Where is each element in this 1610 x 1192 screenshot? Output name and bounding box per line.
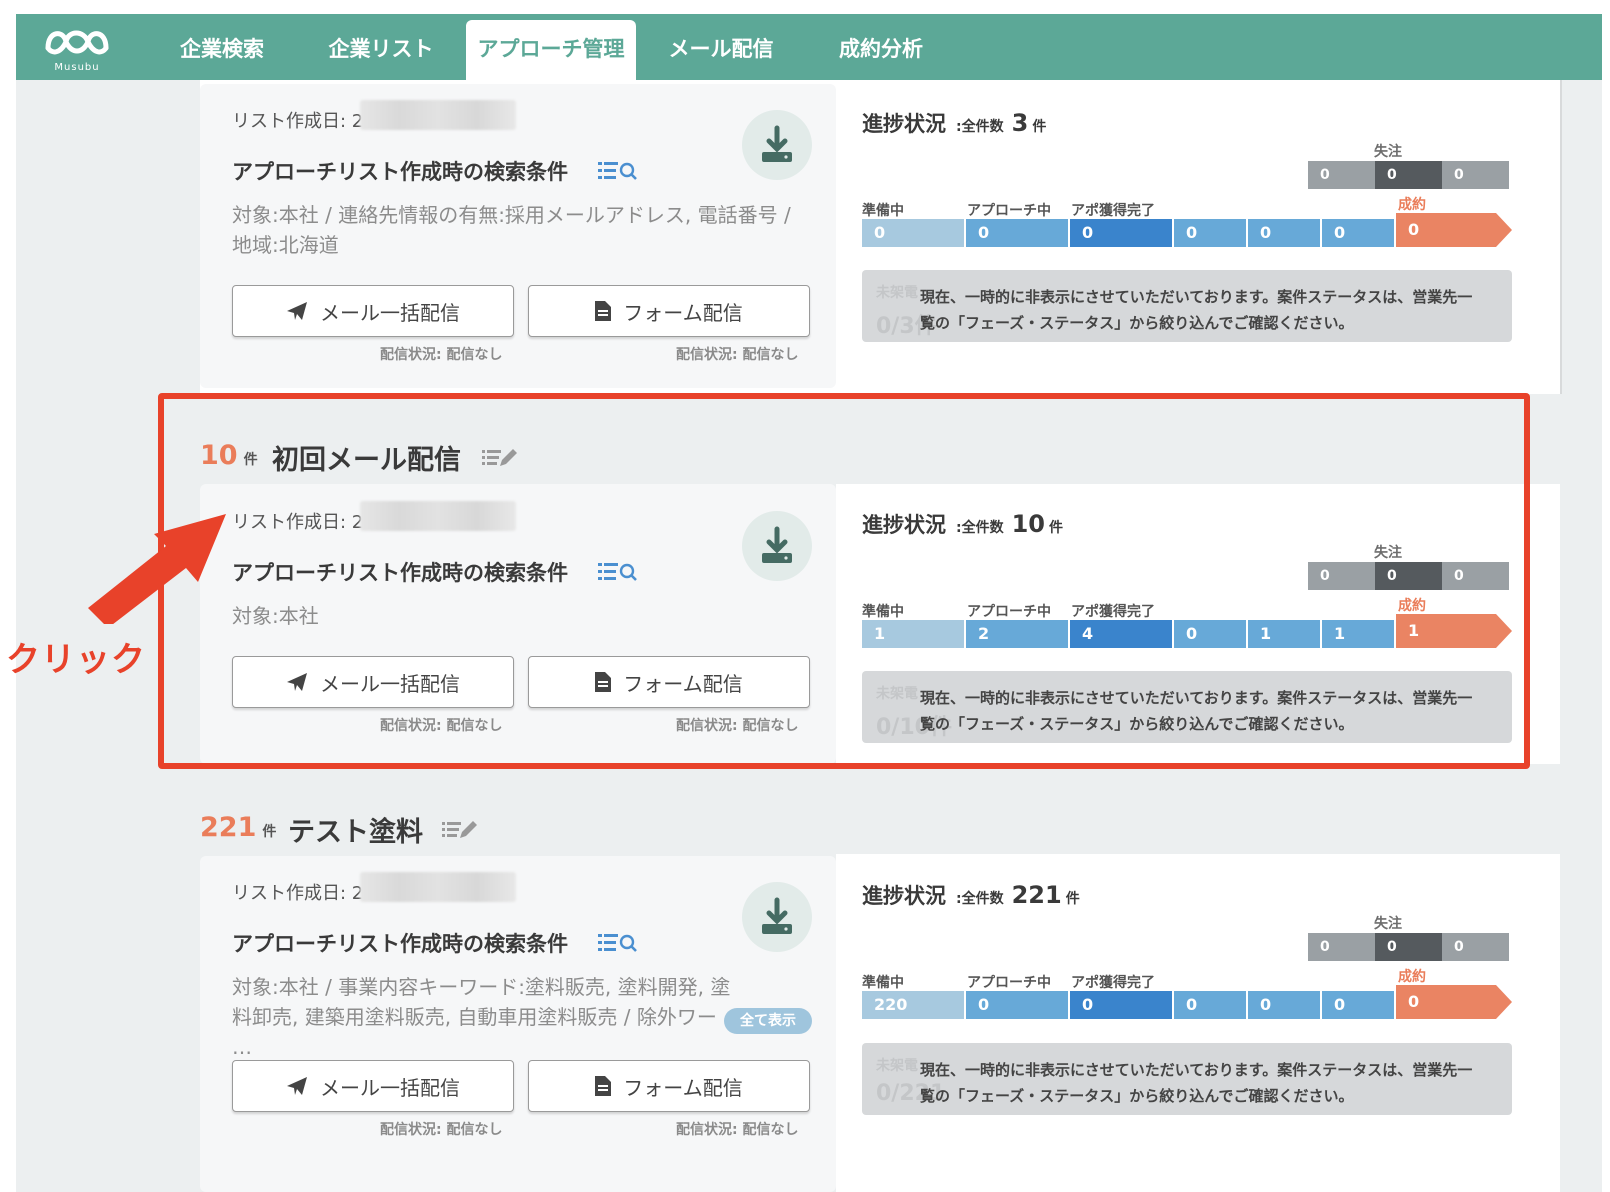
total-label: :全件数 — [956, 891, 1004, 907]
stage-label-preparing: 準備中 — [862, 203, 904, 219]
tab-company-search[interactable]: 企業検索 — [162, 20, 282, 80]
lost-breakdown: 0 0 0 — [1308, 161, 1509, 189]
mail-bulk-send-button[interactable]: メール一括配信 — [232, 1060, 514, 1112]
won-count: 0 — [1408, 992, 1420, 1011]
stage-label-approaching: アプローチ中 — [967, 975, 1051, 991]
musubu-logo-icon — [45, 30, 109, 55]
lost-count: 0 — [1308, 161, 1375, 189]
mail-delivery-status: 配信状況: 配信なし — [380, 347, 503, 363]
status-notice: 未架電 0/3件 現在、一時的に非表示にさせていただいております。案件ステータス… — [862, 270, 1512, 342]
lost-count: 0 — [1442, 933, 1509, 961]
click-annotation: クリック — [6, 640, 146, 680]
stage-segment[interactable]: 0 — [862, 219, 964, 247]
tab-mail-delivery[interactable]: メール配信 — [656, 20, 786, 80]
stage-label-preparing: 準備中 — [862, 975, 904, 991]
lost-label: 失注 — [1374, 916, 1402, 932]
total-unit: 件 — [1065, 891, 1080, 907]
notice-text: 現在、一時的に非表示にさせていただいております。案件ステータスは、営業先一覧の「… — [920, 1061, 1473, 1105]
group-count: 221 件 — [200, 812, 276, 843]
logo-text: Musubu — [54, 62, 100, 73]
progress-label: 進捗状況 — [862, 112, 946, 136]
document-icon — [595, 301, 612, 321]
mail-bulk-send-label: メール一括配信 — [320, 1075, 460, 1100]
paper-plane-icon — [287, 302, 307, 320]
top-nav: Musubu 企業検索 企業リスト アプローチ管理 メール配信 成約分析 — [16, 14, 1602, 80]
download-icon — [762, 125, 792, 162]
musubu-logo[interactable]: Musubu — [44, 22, 110, 74]
form-send-label: フォーム配信 — [623, 1075, 743, 1100]
status-notice: 未架電 0/221 現在、一時的に非表示にさせていただいております。案件ステータ… — [862, 1043, 1512, 1115]
annotation-arrow-icon — [88, 514, 226, 624]
stage-label-won: 成約 — [1398, 197, 1426, 213]
mail-bulk-send-label: メール一括配信 — [320, 300, 460, 325]
total-count: 3 — [1011, 109, 1029, 137]
scrollbar[interactable] — [1560, 80, 1562, 394]
list-created-date: リスト作成日: 2 — [232, 883, 364, 904]
stage-segment[interactable]: 0 — [966, 219, 1068, 247]
group-count-value: 221 — [200, 812, 257, 843]
redacted-date — [360, 100, 516, 130]
stage-segment[interactable]: 0 — [966, 991, 1068, 1019]
progress-header: 進捗状況 :全件数 3 件 — [862, 108, 1046, 138]
download-icon — [762, 897, 792, 934]
stage-segment[interactable]: 0 — [1248, 219, 1320, 247]
redacted-date — [360, 872, 516, 902]
lost-count: 0 — [1442, 161, 1509, 189]
form-delivery-status: 配信状況: 配信なし — [676, 1122, 799, 1138]
search-conditions-text: 対象:本社 / 連絡先情報の有無:採用メールアドレス, 電話番号 / 地域:北海… — [232, 203, 791, 257]
mail-delivery-status: 配信状況: 配信なし — [380, 1122, 503, 1138]
list-created-date: リスト作成日: 2 — [232, 111, 364, 132]
total-count: 221 — [1011, 881, 1062, 909]
lost-count: 0 — [1375, 933, 1442, 961]
stage-label-won: 成約 — [1398, 969, 1426, 985]
form-send-button[interactable]: フォーム配信 — [528, 285, 810, 337]
stage-segment[interactable]: 0 — [1248, 991, 1320, 1019]
form-send-button[interactable]: フォーム配信 — [528, 1060, 810, 1112]
group-title: テスト塗料 — [288, 817, 423, 848]
stage-label-appointment: アポ獲得完了 — [1071, 203, 1155, 219]
search-conditions-title: アプローチリスト作成時の検索条件 — [232, 932, 568, 956]
stage-segment[interactable]: 0 — [1174, 991, 1246, 1019]
tab-conversion-analysis[interactable]: 成約分析 — [816, 20, 946, 80]
stage-label-appointment: アポ獲得完了 — [1071, 975, 1155, 991]
lost-count: 0 — [1375, 161, 1442, 189]
stage-segment[interactable]: 0 — [1322, 991, 1394, 1019]
download-button[interactable] — [742, 110, 812, 180]
download-button[interactable] — [742, 882, 812, 952]
stage-segment[interactable]: 0 — [1322, 219, 1394, 247]
search-conditions-title: アプローチリスト作成時の検索条件 — [232, 160, 568, 184]
app-window: Musubu 企業検索 企業リスト アプローチ管理 メール配信 成約分析 リスト… — [16, 14, 1602, 1192]
stage-segment[interactable]: 0 — [1070, 219, 1172, 247]
highlight-box — [158, 393, 1530, 769]
lost-label: 失注 — [1374, 144, 1402, 160]
notice-text: 現在、一時的に非表示にさせていただいております。案件ステータスは、営業先一覧の「… — [920, 288, 1473, 332]
progress-header: 進捗状況 :全件数 221 件 — [862, 880, 1080, 910]
notice-ghost-label: 未架電 — [876, 1058, 918, 1074]
search-conditions-text: 対象:本社 / 事業内容キーワード:塗料販売, 塗料開発, 塗料卸売, 建築用塗… — [232, 975, 731, 1059]
total-label: :全件数 — [956, 119, 1004, 135]
search-list-icon[interactable] — [598, 931, 642, 955]
edit-title-icon[interactable] — [442, 818, 480, 842]
show-all-button[interactable]: 全て表示 — [724, 1008, 812, 1034]
group-count-unit: 件 — [262, 824, 277, 840]
paper-plane-icon — [287, 1077, 307, 1095]
tab-company-list[interactable]: 企業リスト — [316, 20, 446, 80]
lost-count: 0 — [1308, 933, 1375, 961]
document-icon — [595, 1076, 612, 1096]
tab-approach-management[interactable]: アプローチ管理 — [466, 20, 636, 80]
progress-label: 進捗状況 — [862, 884, 946, 908]
form-delivery-status: 配信状況: 配信なし — [676, 347, 799, 363]
lost-breakdown: 0 0 0 — [1308, 933, 1509, 961]
form-send-label: フォーム配信 — [623, 300, 743, 325]
stage-segment[interactable]: 0 — [1070, 991, 1172, 1019]
stage-segment[interactable]: 220 — [862, 991, 964, 1019]
search-list-icon[interactable] — [598, 159, 642, 183]
page: Musubu 企業検索 企業リスト アプローチ管理 メール配信 成約分析 リスト… — [0, 0, 1610, 1192]
mail-bulk-send-button[interactable]: メール一括配信 — [232, 285, 514, 337]
total-unit: 件 — [1032, 119, 1047, 135]
stage-segment[interactable]: 0 — [1174, 219, 1246, 247]
won-count: 0 — [1408, 220, 1420, 239]
stage-label-approaching: アプローチ中 — [967, 203, 1051, 219]
notice-ghost-label: 未架電 — [876, 285, 918, 301]
